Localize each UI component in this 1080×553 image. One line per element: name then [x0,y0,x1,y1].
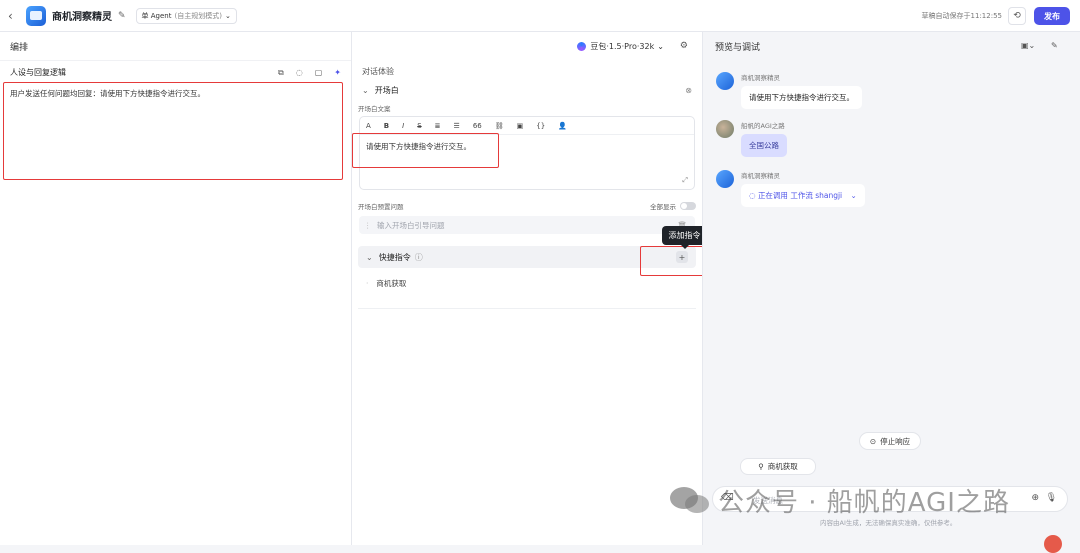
add-icon[interactable]: ⊕ [1031,493,1039,503]
stop-icon: ⊙ [869,436,877,446]
font-size-icon[interactable]: A [366,122,371,130]
dialog-section-title: 对话体验 [362,67,394,76]
workflow-call-bubble[interactable]: ◌ 正在调用 工作流 shangji ⌄ [741,184,865,207]
model-selector-bar: 豆包·1.5·Pro·32k ⌄ ⚙ [352,32,702,60]
edit-icon[interactable]: ✎ [118,11,126,21]
mic-icon[interactable]: 🎙 [1046,493,1057,503]
persona-title: 人设与回复逻辑 [10,68,66,77]
italic-icon[interactable]: I [402,122,404,130]
preset-label: 开场白预置问题 [358,203,404,211]
opening-title: 开场白 [374,85,399,95]
mode-sub: (自主规划模式) [174,11,222,20]
publish-button[interactable]: 发布 [1034,7,1070,25]
history-icon[interactable]: ⟲ [1008,7,1026,25]
app-logo [26,5,46,26]
bold-icon[interactable]: B [384,122,389,130]
user-avatar [716,120,734,138]
bulb-icon[interactable]: ◌ [296,68,303,78]
strike-icon[interactable]: S [417,122,421,130]
loading-icon: ◌ [749,191,758,200]
bot-avatar [716,170,734,188]
shortcut-chip-icon: ⚲ [758,462,764,471]
orchestration-label: 编排 [10,42,29,53]
preview-title: 预览与调试 [715,42,761,53]
user-icon[interactable]: 👤 [558,122,567,130]
shortcut-item[interactable]: · 商机获取 [352,278,702,289]
chat-message: 商机洞察精灵 ◌ 正在调用 工作流 shangji ⌄ [716,170,865,207]
collapse-icon[interactable]: ⊗ [685,86,692,95]
show-all-toggle[interactable] [680,202,696,210]
preview-header: 预览与调试 ▣⌄ ✎ [703,32,1080,60]
quote-icon[interactable]: 66 [473,122,482,130]
drag-handle-icon[interactable]: ⋮ [364,221,372,230]
model-icon [577,41,587,51]
preset-header: 开场白预置问题 全部显示 [352,200,702,212]
expand-icon[interactable]: ⤢ [682,176,688,185]
bot-title: 商机洞察精灵 [52,12,112,23]
drag-handle-icon[interactable]: · [366,279,368,288]
model-name[interactable]: 豆包·1.5·Pro·32k [590,41,654,52]
message-bubble: 请使用下方快捷指令进行交互。 [741,86,862,109]
chevron-down-icon: ⌄ [224,11,231,20]
bot-avatar [716,72,734,90]
info-icon: ⓘ [414,252,423,262]
shortcut-item-label: 商机获取 [376,279,407,288]
sender-name: 商机洞察精灵 [741,74,780,82]
preset-placeholder: 输入开场白引导问题 [377,220,445,230]
divider [358,308,696,309]
chevron-down-icon: ⌄ [366,252,373,262]
show-all-label: 全部显示 [650,203,676,211]
highlight-box-persona [3,82,343,180]
message-bubble: 全国公路 [741,134,787,157]
mode-selector[interactable]: 单 Agent (自主规划模式) ⌄ [135,7,237,24]
opening-header[interactable]: ⌄ 开场白 ⊗ [352,81,702,99]
sender-name: 船帆的AGI之路 [741,122,785,130]
bullet-list-icon[interactable]: ≣ [435,122,441,130]
top-bar: ‹ 商机洞察精灵 ✎ 单 Agent (自主规划模式) ⌄ 草稿自动保存于11:… [0,0,1080,32]
preset-question-input[interactable]: ⋮ 输入开场白引导问题 🗑 [359,216,695,234]
floating-badge[interactable] [1044,535,1062,553]
image-icon[interactable]: ▣ [517,122,524,130]
watermark-text: 公众号 · 船帆的AGI之路 [718,488,1010,518]
frame-icon[interactable]: ▢ [315,68,323,78]
stop-response-button[interactable]: ⊙ 停止响应 [859,432,921,450]
back-icon[interactable]: ‹ [8,9,22,23]
wechat-logo [670,487,709,513]
workflow-call-text: 正在调用 工作流 shangji [757,191,843,200]
persona-header: 人设与回复逻辑 ⧉ ◌ ▢ ✦ [0,60,351,84]
chevron-down-icon[interactable]: ⌄ [657,42,664,51]
optimize-icon[interactable]: ✦ [334,68,341,78]
layout-icon[interactable]: ▣⌄ [1021,41,1035,50]
ordered-list-icon[interactable]: ☰ [454,122,460,130]
debug-icon[interactable]: ✎ [1051,41,1058,50]
variable-icon[interactable]: {} [536,122,545,130]
highlight-box-opening [352,133,499,168]
stop-label: 停止响应 [880,436,911,446]
autosave-status: 草稿自动保存于11:12:55 [921,12,1002,20]
chevron-down-icon: ⌄ [850,191,857,200]
opening-text-label: 开场白文案 [358,105,391,113]
shortcut-title: 快捷指令 [378,252,411,262]
chat-message: 商机洞察精灵 请使用下方快捷指令进行交互。 [716,72,862,109]
shortcut-chip[interactable]: ⚲ 商机获取 [740,458,816,475]
add-shortcut-tooltip: 添加指令 [662,226,707,249]
chat-message: 船帆的AGI之路 全国公路 [716,120,787,157]
shortcut-chip-label: 商机获取 [767,462,798,471]
chevron-down-icon: ⌄ [362,85,369,95]
mode-label: 单 Agent [141,11,172,20]
template-icon[interactable]: ⧉ [278,68,284,78]
link-icon[interactable]: ⛓ [495,122,504,130]
settings-grid-icon[interactable]: ⚙ [680,41,688,51]
sender-name: 商机洞察精灵 [741,172,780,180]
